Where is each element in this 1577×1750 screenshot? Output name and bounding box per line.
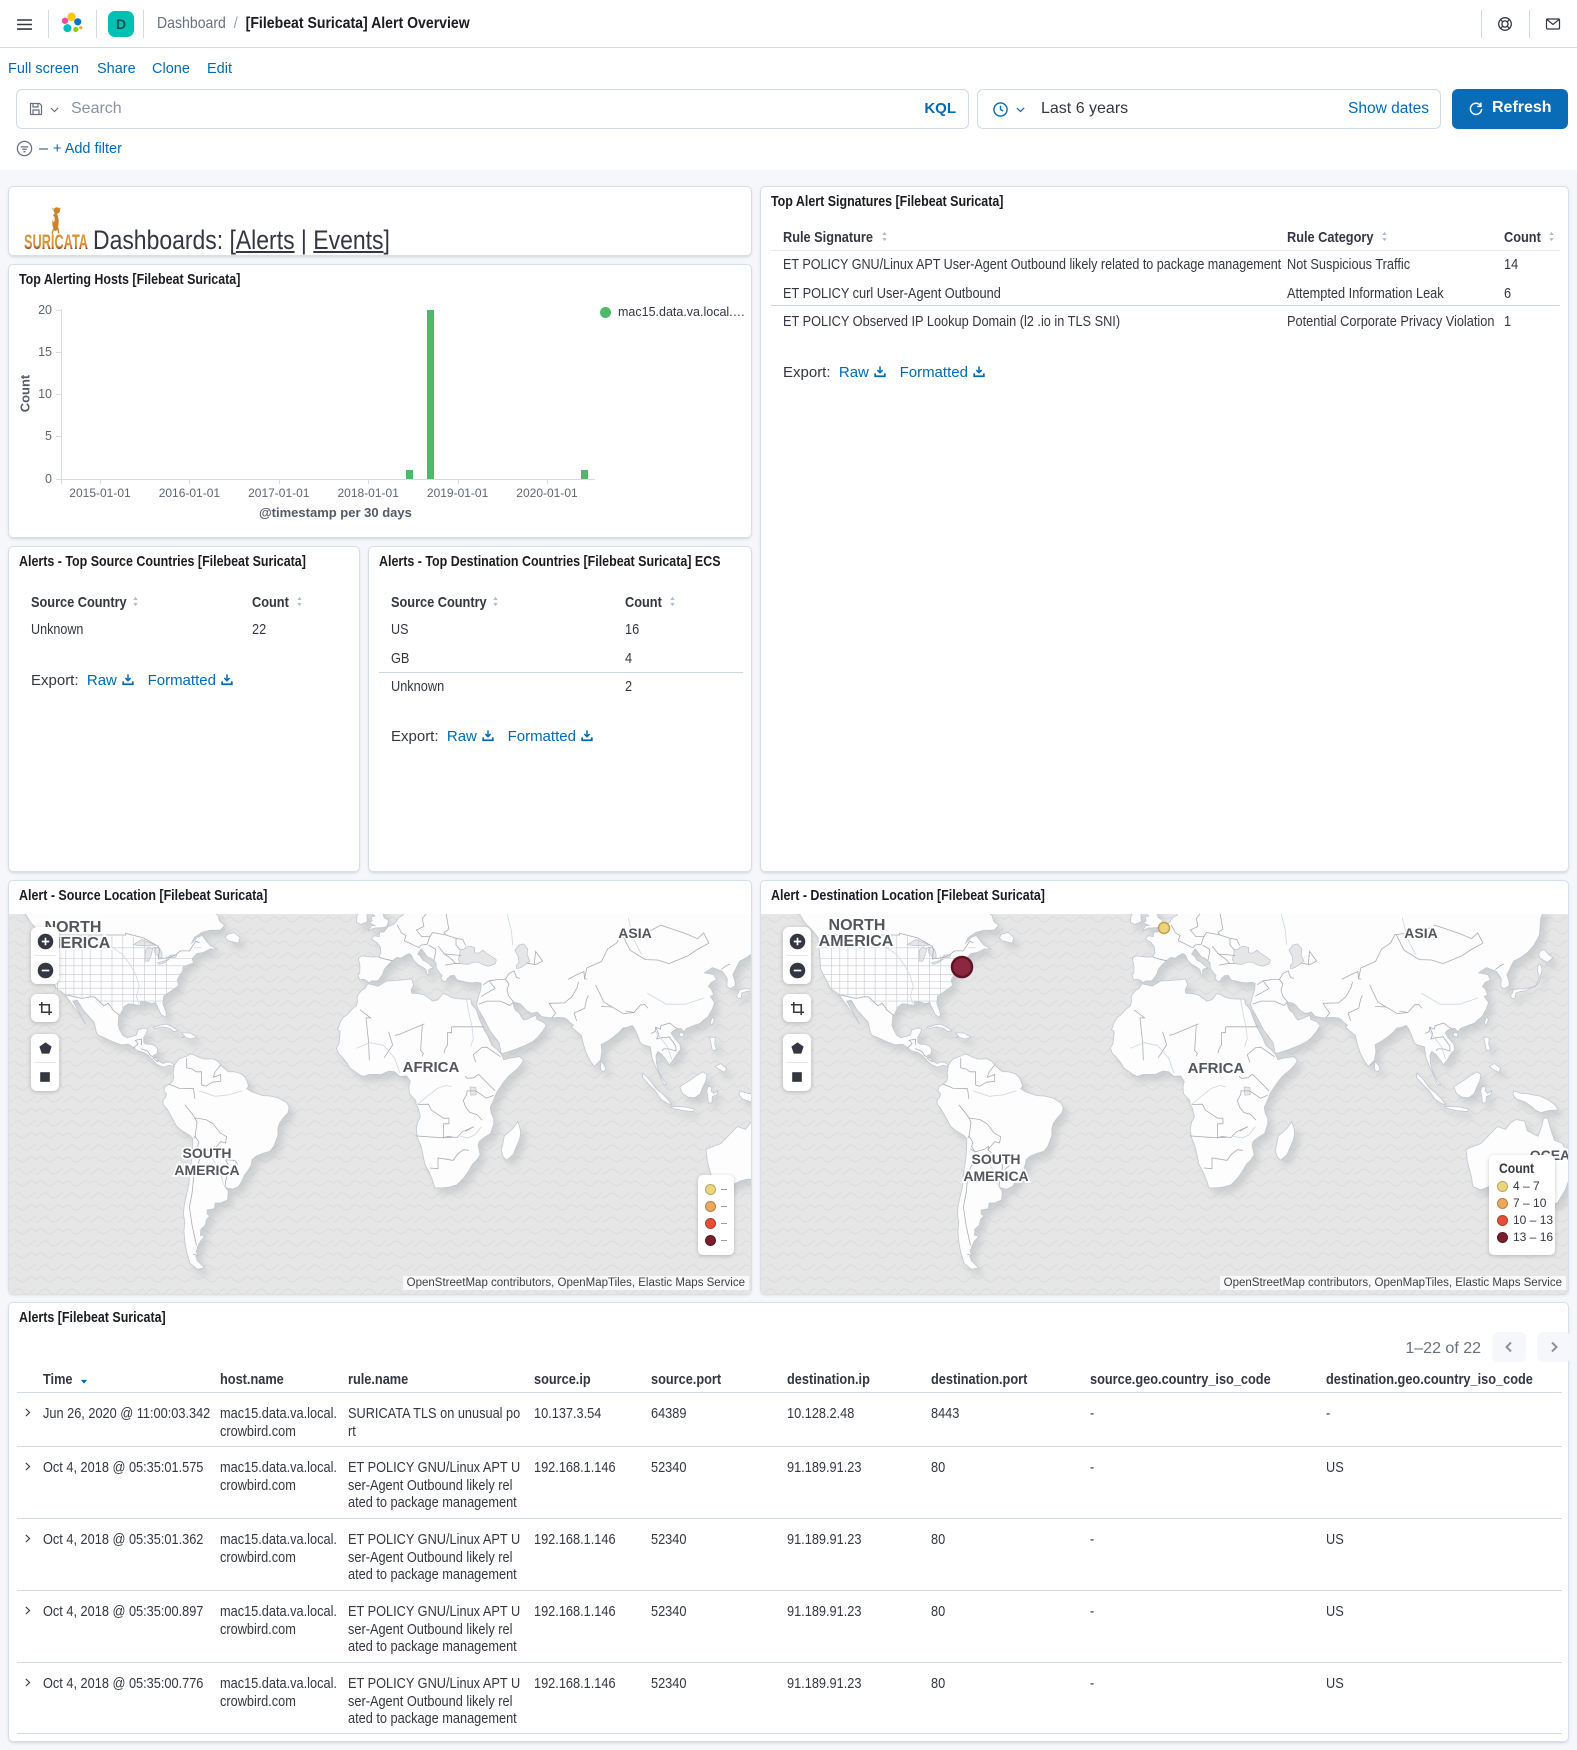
svg-text:AFRICA: AFRICA: [403, 1059, 460, 1076]
svg-text:AFRICA: AFRICA: [1188, 1060, 1245, 1077]
svg-text:ASIA: ASIA: [618, 925, 651, 941]
svg-text:SOUTH: SOUTH: [972, 1151, 1021, 1167]
svg-text:AMERICA: AMERICA: [963, 1168, 1028, 1184]
svg-text:SURICATA: SURICATA: [24, 231, 88, 252]
svg-text:NORTH: NORTH: [829, 917, 886, 934]
svg-text:ASIA: ASIA: [1404, 925, 1437, 941]
svg-text:AMERICA: AMERICA: [819, 933, 894, 950]
svg-text:AMERICA: AMERICA: [174, 1162, 239, 1178]
svg-text:SOUTH: SOUTH: [183, 1145, 232, 1161]
